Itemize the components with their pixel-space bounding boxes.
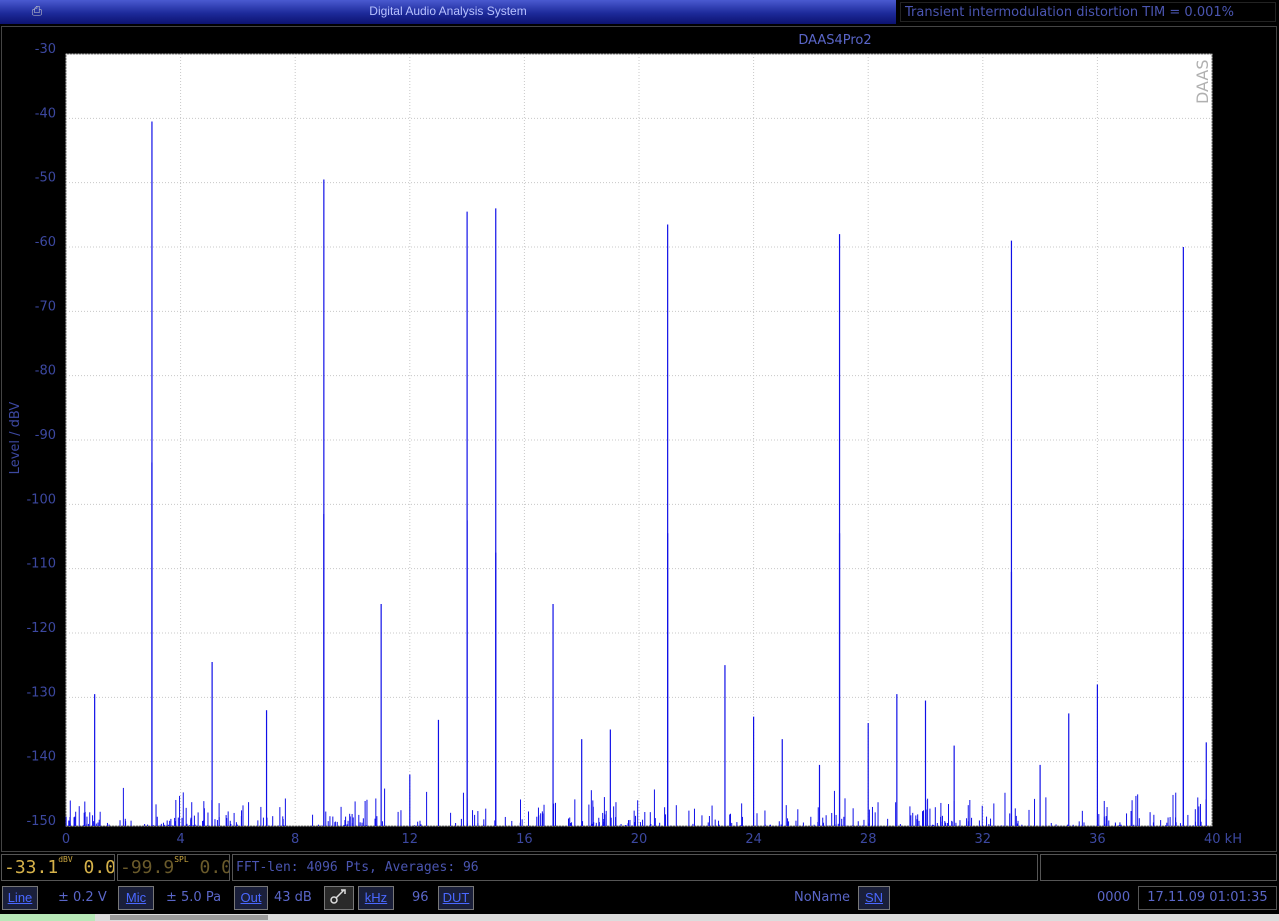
y-tick-label: -120	[26, 621, 56, 636]
line-range: ± 0.2 V	[58, 890, 107, 905]
x-tick-label: 32	[975, 832, 992, 847]
x-tick-label: 36	[1089, 832, 1106, 847]
signal-generator-icon[interactable]	[324, 886, 354, 910]
taskbar-strip	[0, 914, 1279, 921]
y-tick-label: -110	[26, 557, 56, 572]
x-tick-label: 12	[402, 832, 419, 847]
date-time: 17.11.09 01:01:35	[1138, 886, 1277, 910]
taskbar-scroll-segment	[110, 915, 268, 920]
y-tick-label: -140	[26, 750, 56, 765]
y-tick-label: -50	[35, 171, 56, 186]
serial-button[interactable]: SN	[858, 886, 890, 910]
y-tick-label: -150	[26, 814, 56, 829]
spl-readout: -99.9SPL 0.00peak	[117, 854, 230, 881]
spl-unit: SPL	[174, 855, 189, 864]
x-tick-label: 8	[291, 832, 299, 847]
status-bar-settings: Line ± 0.2 V Mic ± 5.0 Pa Out 43 dB kHz …	[0, 884, 1279, 914]
mic-input-button[interactable]: Mic	[118, 886, 154, 910]
status-bar-readouts: -33.1dBV 0.01rms -99.9SPL 0.00peak FFT-l…	[0, 853, 1279, 883]
x-tick-label: 20	[631, 832, 648, 847]
level-value-2: 0.01	[83, 857, 115, 878]
y-tick-label: -70	[35, 299, 56, 314]
output-button[interactable]: Out	[234, 886, 268, 910]
y-tick-label: -130	[26, 685, 56, 700]
mic-range: ± 5.0 Pa	[166, 890, 222, 905]
generator-glyph	[330, 889, 346, 904]
spl-value-2: 0.00	[199, 857, 229, 878]
x-tick-label: 40 kH	[1204, 832, 1242, 847]
spectrum-chart: DAAS4Pro2 DAAS Level / dBV -30 -40 -50 -60 -70 -…	[8, 33, 1242, 847]
chart-watermark: DAAS	[1193, 59, 1212, 104]
taskbar-start-segment	[0, 914, 95, 921]
x-tick-label: 16	[516, 832, 533, 847]
y-axis-label: Level / dBV	[8, 402, 23, 475]
info-box	[1040, 854, 1277, 881]
serial-number: 0000	[1097, 890, 1131, 905]
fft-info: FFT-len: 4096 Pts, Averages: 96	[232, 854, 1038, 881]
level-unit: dBV	[58, 855, 73, 864]
sample-rate: 96	[412, 890, 429, 905]
dut-button[interactable]: DUT	[438, 886, 474, 910]
y-tick-label: -60	[35, 235, 56, 250]
khz-button[interactable]: kHz	[358, 886, 394, 910]
x-tick-label: 24	[745, 832, 762, 847]
y-tick-label: -30	[35, 42, 56, 57]
x-tick-label: 28	[860, 832, 877, 847]
line-input-button[interactable]: Line	[2, 886, 38, 910]
output-gain: 43 dB	[274, 890, 312, 905]
y-tick-label: -100	[26, 492, 56, 507]
y-tick-label: -40	[35, 106, 56, 121]
x-tick-label: 0	[62, 832, 70, 847]
level-value: -33.1	[4, 857, 59, 878]
x-tick-label: 4	[176, 832, 184, 847]
y-tick-label: -90	[35, 428, 56, 443]
device-name: NoName	[794, 890, 851, 905]
y-tick-label: -80	[35, 364, 56, 379]
level-readout: -33.1dBV 0.01rms	[1, 854, 115, 881]
chart-title: DAAS4Pro2	[798, 33, 871, 48]
spl-value: -99.9	[120, 857, 175, 878]
